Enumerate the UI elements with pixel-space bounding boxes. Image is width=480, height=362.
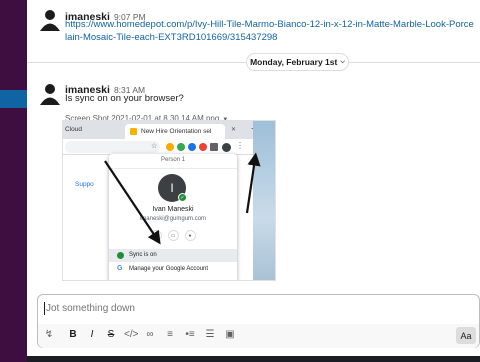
workspace-sidebar xyxy=(0,0,27,362)
annotation-arrows xyxy=(104,152,261,245)
lightning-icon[interactable]: ↯ xyxy=(42,329,56,340)
bold-icon[interactable]: B xyxy=(66,329,80,340)
bottom-edge xyxy=(27,356,480,362)
message-composer: ↯ B I S </> ∞ ≡ •≡ ☰ ▣ Aa xyxy=(37,294,480,348)
sidebar-active-item[interactable] xyxy=(0,90,27,108)
message-text: Is sync on on your browser? xyxy=(65,93,184,104)
avatar[interactable] xyxy=(37,80,63,106)
date-divider[interactable]: Monday, February 1st ⌵ xyxy=(246,53,349,71)
text-cursor xyxy=(44,302,45,315)
italic-icon[interactable]: I xyxy=(85,329,99,340)
message-input[interactable] xyxy=(46,303,466,314)
avatar[interactable] xyxy=(37,6,63,32)
chevron-down-icon: ⌵ xyxy=(340,58,345,65)
bulleted-list-icon[interactable]: •≡ xyxy=(183,329,197,340)
strikethrough-icon[interactable]: S xyxy=(104,329,118,340)
link-icon[interactable]: ∞ xyxy=(143,329,157,340)
formatting-toolbar: ↯ B I S </> ∞ ≡ •≡ ☰ ▣ Aa xyxy=(38,324,479,348)
arrow-to-sync xyxy=(104,160,161,245)
message-pane: imaneski 9:07 PM https://www.homedepot.co… xyxy=(27,0,480,362)
formatting-toggle-button[interactable]: Aa xyxy=(456,327,476,344)
attachment-image[interactable]: Cloud New Hire Orientation sel ✕ + ☆ ⋮ S… xyxy=(62,120,276,281)
code-icon[interactable]: </> xyxy=(124,329,138,340)
ordered-list-icon[interactable]: ≡ xyxy=(163,329,177,340)
date-label: Monday, February 1st xyxy=(250,57,338,67)
blockquote-icon[interactable]: ☰ xyxy=(203,329,217,340)
message-link[interactable]: https://www.homedepot.com/p/Ivy-Hill-Til… xyxy=(65,18,475,44)
code-block-icon[interactable]: ▣ xyxy=(223,329,237,340)
arrow-to-profile xyxy=(245,152,261,214)
